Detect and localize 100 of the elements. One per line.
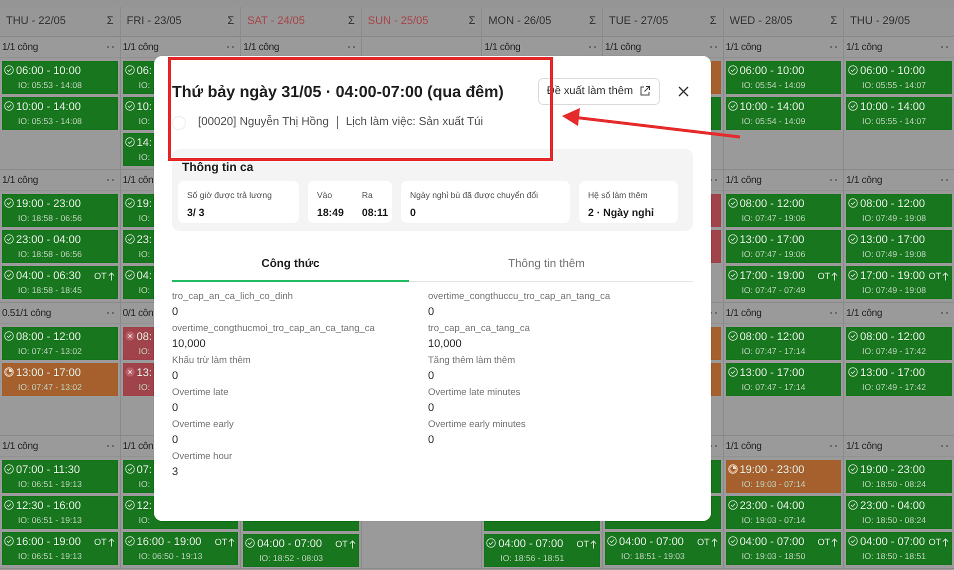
shift-time: 10:00 - 14:00 xyxy=(860,100,925,115)
check-in-out-time: IO: 18:58 - 18:45 xyxy=(18,284,82,296)
overtime-label: OT xyxy=(214,536,228,549)
field-value: 0 xyxy=(428,400,436,416)
check-circle-icon xyxy=(245,538,256,548)
shift-block[interactable]: 08:00 - 12:00 IO: 07:49 - 17:42 xyxy=(846,327,952,360)
tab[interactable]: Công thức xyxy=(172,251,409,282)
shift-time: 06:00 - 10:00 xyxy=(16,64,81,79)
drag-handle-icon[interactable] xyxy=(348,46,355,48)
shift-block[interactable]: 08:00 - 12:00 IO: 07:47 - 13:02 xyxy=(2,327,118,360)
check-circle-icon xyxy=(728,234,738,244)
check-in-out-time: IO: 07:49 - 19:08 xyxy=(862,284,926,296)
shift-block[interactable]: 08:00 - 12:00 IO: 07:47 - 19:06 xyxy=(726,194,842,227)
drag-handle-icon[interactable] xyxy=(106,179,114,181)
drag-handle-icon[interactable] xyxy=(941,445,948,447)
modal-title: Thứ bảy ngày 31/05 · 04:00-07:00 (qua đêm) xyxy=(172,83,504,103)
field-value: 0 xyxy=(172,304,180,320)
shift-block[interactable]: 06:00 - 10:00 IO: 05:54 - 14:09 xyxy=(726,61,842,94)
shift-block[interactable]: 19:00 - 23:00 IO: 18:58 - 06:56 xyxy=(2,194,118,227)
shift-time: 19: xyxy=(136,197,152,212)
info-value: 2 · Ngày nghỉ xyxy=(588,206,655,221)
drag-handle-icon[interactable] xyxy=(106,312,114,314)
shift-block[interactable]: 13:00 - 17:00 IO: 07:47 - 19:06 xyxy=(726,230,842,263)
shift-block[interactable]: 08:00 - 12:00 IO: 07:47 - 17:14 xyxy=(726,327,842,360)
shift-block[interactable]: 10:00 - 14:00 IO: 05:54 - 14:09 xyxy=(726,97,842,130)
shift-block[interactable]: 08:00 - 12:00 IO: 07:49 - 19:08 xyxy=(846,194,952,227)
workday-count: 1/1 công xyxy=(122,40,159,54)
shift-block[interactable]: 16:00 - 19:00 OT IO: 06:51 - 19:13 xyxy=(2,532,118,565)
drag-handle-icon[interactable] xyxy=(588,46,596,48)
shift-block[interactable]: 23:00 - 04:00 IO: 19:03 - 07:14 xyxy=(726,496,842,529)
drag-handle-icon[interactable] xyxy=(227,46,234,48)
check-in-out-time: IO: xyxy=(138,381,150,393)
shift-block[interactable]: 17:00 - 19:00 OT IO: 07:49 - 19:08 xyxy=(846,266,952,299)
shift-block[interactable]: 19:00 - 23:00 IO: 18:50 - 08:24 xyxy=(846,460,952,493)
drag-handle-icon[interactable] xyxy=(710,46,717,48)
shift-block[interactable]: 04:00 - 07:00 OT IO: 18:51 - 19:03 xyxy=(604,532,721,565)
workday-count: 1/1 công xyxy=(726,440,762,454)
shift-block[interactable]: 23:00 - 04:00 IO: 18:50 - 08:24 xyxy=(846,496,952,529)
shift-block[interactable]: 13:00 - 17:00 IO: 07:47 - 13:02 xyxy=(2,363,118,396)
close-icon[interactable] xyxy=(678,86,689,97)
drag-handle-icon[interactable] xyxy=(830,312,838,314)
workday-count: 1/1 công xyxy=(2,440,38,454)
drag-handle-icon[interactable] xyxy=(830,179,838,181)
check-in-out-time: IO: xyxy=(138,514,150,526)
shift-time: 13: xyxy=(136,366,152,381)
drag-handle-icon[interactable] xyxy=(106,46,114,48)
shift-block[interactable]: 17:00 - 19:00 OT IO: 07:47 - 07:49 xyxy=(726,266,842,299)
shift-block[interactable]: 07:00 - 11:30 IO: 06:51 - 19:13 xyxy=(2,460,118,493)
sum-symbol[interactable]: Σ xyxy=(830,13,838,30)
sum-symbol[interactable]: Σ xyxy=(227,13,234,30)
sum-symbol[interactable]: Σ xyxy=(468,13,476,30)
shift-block[interactable]: 04:00 - 07:00 OT IO: 19:03 - 18:50 xyxy=(726,532,842,565)
shift-block[interactable]: 04:00 - 06:30 OT IO: 18:58 - 18:45 xyxy=(2,266,118,299)
check-circle-icon xyxy=(4,500,14,510)
info-value: 18:49 xyxy=(317,206,344,221)
shift-block[interactable]: 19:00 - 23:00 IO: 19:03 - 07:14 xyxy=(726,460,842,493)
progress-circle-icon xyxy=(728,464,738,474)
shift-block[interactable]: 13:00 - 17:00 IO: 07:49 - 17:42 xyxy=(846,363,952,396)
shift-block[interactable]: 13:00 - 17:00 IO: 07:47 - 17:14 xyxy=(726,363,842,396)
sum-symbol[interactable]: Σ xyxy=(589,13,596,30)
shift-time: 19:00 - 23:00 xyxy=(860,463,925,478)
sum-symbol[interactable]: Σ xyxy=(710,13,717,30)
drag-handle-icon[interactable] xyxy=(106,445,114,447)
shift-time: 06:00 - 10:00 xyxy=(740,64,804,79)
sum-symbol[interactable]: Σ xyxy=(348,13,355,30)
shift-block[interactable]: 12:30 - 16:00 IO: 06:51 - 19:13 xyxy=(2,496,118,529)
up-arrow-icon xyxy=(710,538,718,547)
shift-block[interactable]: 10:00 - 14:00 IO: 05:55 - 14:07 xyxy=(846,97,952,130)
shift-block[interactable]: 06:00 - 10:00 IO: 05:53 - 14:08 xyxy=(2,61,118,94)
shift-time: 08:00 - 12:00 xyxy=(16,330,81,345)
check-in-out-time: IO: 06:51 - 19:13 xyxy=(18,478,82,490)
check-circle-icon xyxy=(124,270,135,280)
drag-handle-icon[interactable] xyxy=(830,445,838,447)
check-circle-icon xyxy=(848,65,858,75)
shift-block[interactable]: 16:00 - 19:00 OT IO: 06:50 - 19:13 xyxy=(122,532,238,565)
shift-block[interactable]: 06:00 - 10:00 IO: 05:55 - 14:07 xyxy=(846,61,952,94)
shift-time: 06: xyxy=(136,64,152,79)
shift-time: 04:00 - 06:30 xyxy=(16,269,81,284)
workday-count: 1/1 công xyxy=(2,174,38,188)
drag-handle-icon[interactable] xyxy=(941,179,948,181)
shift-block[interactable]: 13:00 - 17:00 IO: 07:49 - 19:08 xyxy=(846,230,952,263)
shift-block[interactable]: 04:00 - 07:00 OT IO: 18:56 - 18:51 xyxy=(484,534,600,567)
drag-handle-icon[interactable] xyxy=(830,46,838,48)
shift-block[interactable]: 04:00 - 07:00 OT IO: 18:52 - 08:03 xyxy=(243,534,359,567)
field-label: Overtime hour xyxy=(172,450,234,462)
day-header: THU - 29/05 xyxy=(850,14,910,30)
shift-time: 04:00 - 07:00 xyxy=(860,535,925,550)
sum-symbol[interactable]: Σ xyxy=(106,13,114,30)
check-in-out-time: IO: 07:47 - 17:14 xyxy=(742,381,806,393)
overtime-label: OT xyxy=(576,538,589,551)
check-circle-icon xyxy=(124,500,135,510)
up-arrow-icon xyxy=(228,538,236,547)
tab[interactable]: Thông tin thêm xyxy=(409,251,684,282)
shift-block[interactable]: 10:00 - 14:00 IO: 05:53 - 14:08 xyxy=(2,97,118,130)
field-value: 0 xyxy=(172,432,180,448)
shift-block[interactable]: 04:00 - 07:00 OT IO: 18:50 - 18:51 xyxy=(846,532,952,565)
shift-block[interactable]: 23:00 - 04:00 IO: 18:58 - 06:56 xyxy=(2,230,118,263)
field-label: Khấu trừ làm thêm xyxy=(172,354,252,366)
drag-handle-icon[interactable] xyxy=(941,312,948,314)
drag-handle-icon[interactable] xyxy=(941,46,948,48)
